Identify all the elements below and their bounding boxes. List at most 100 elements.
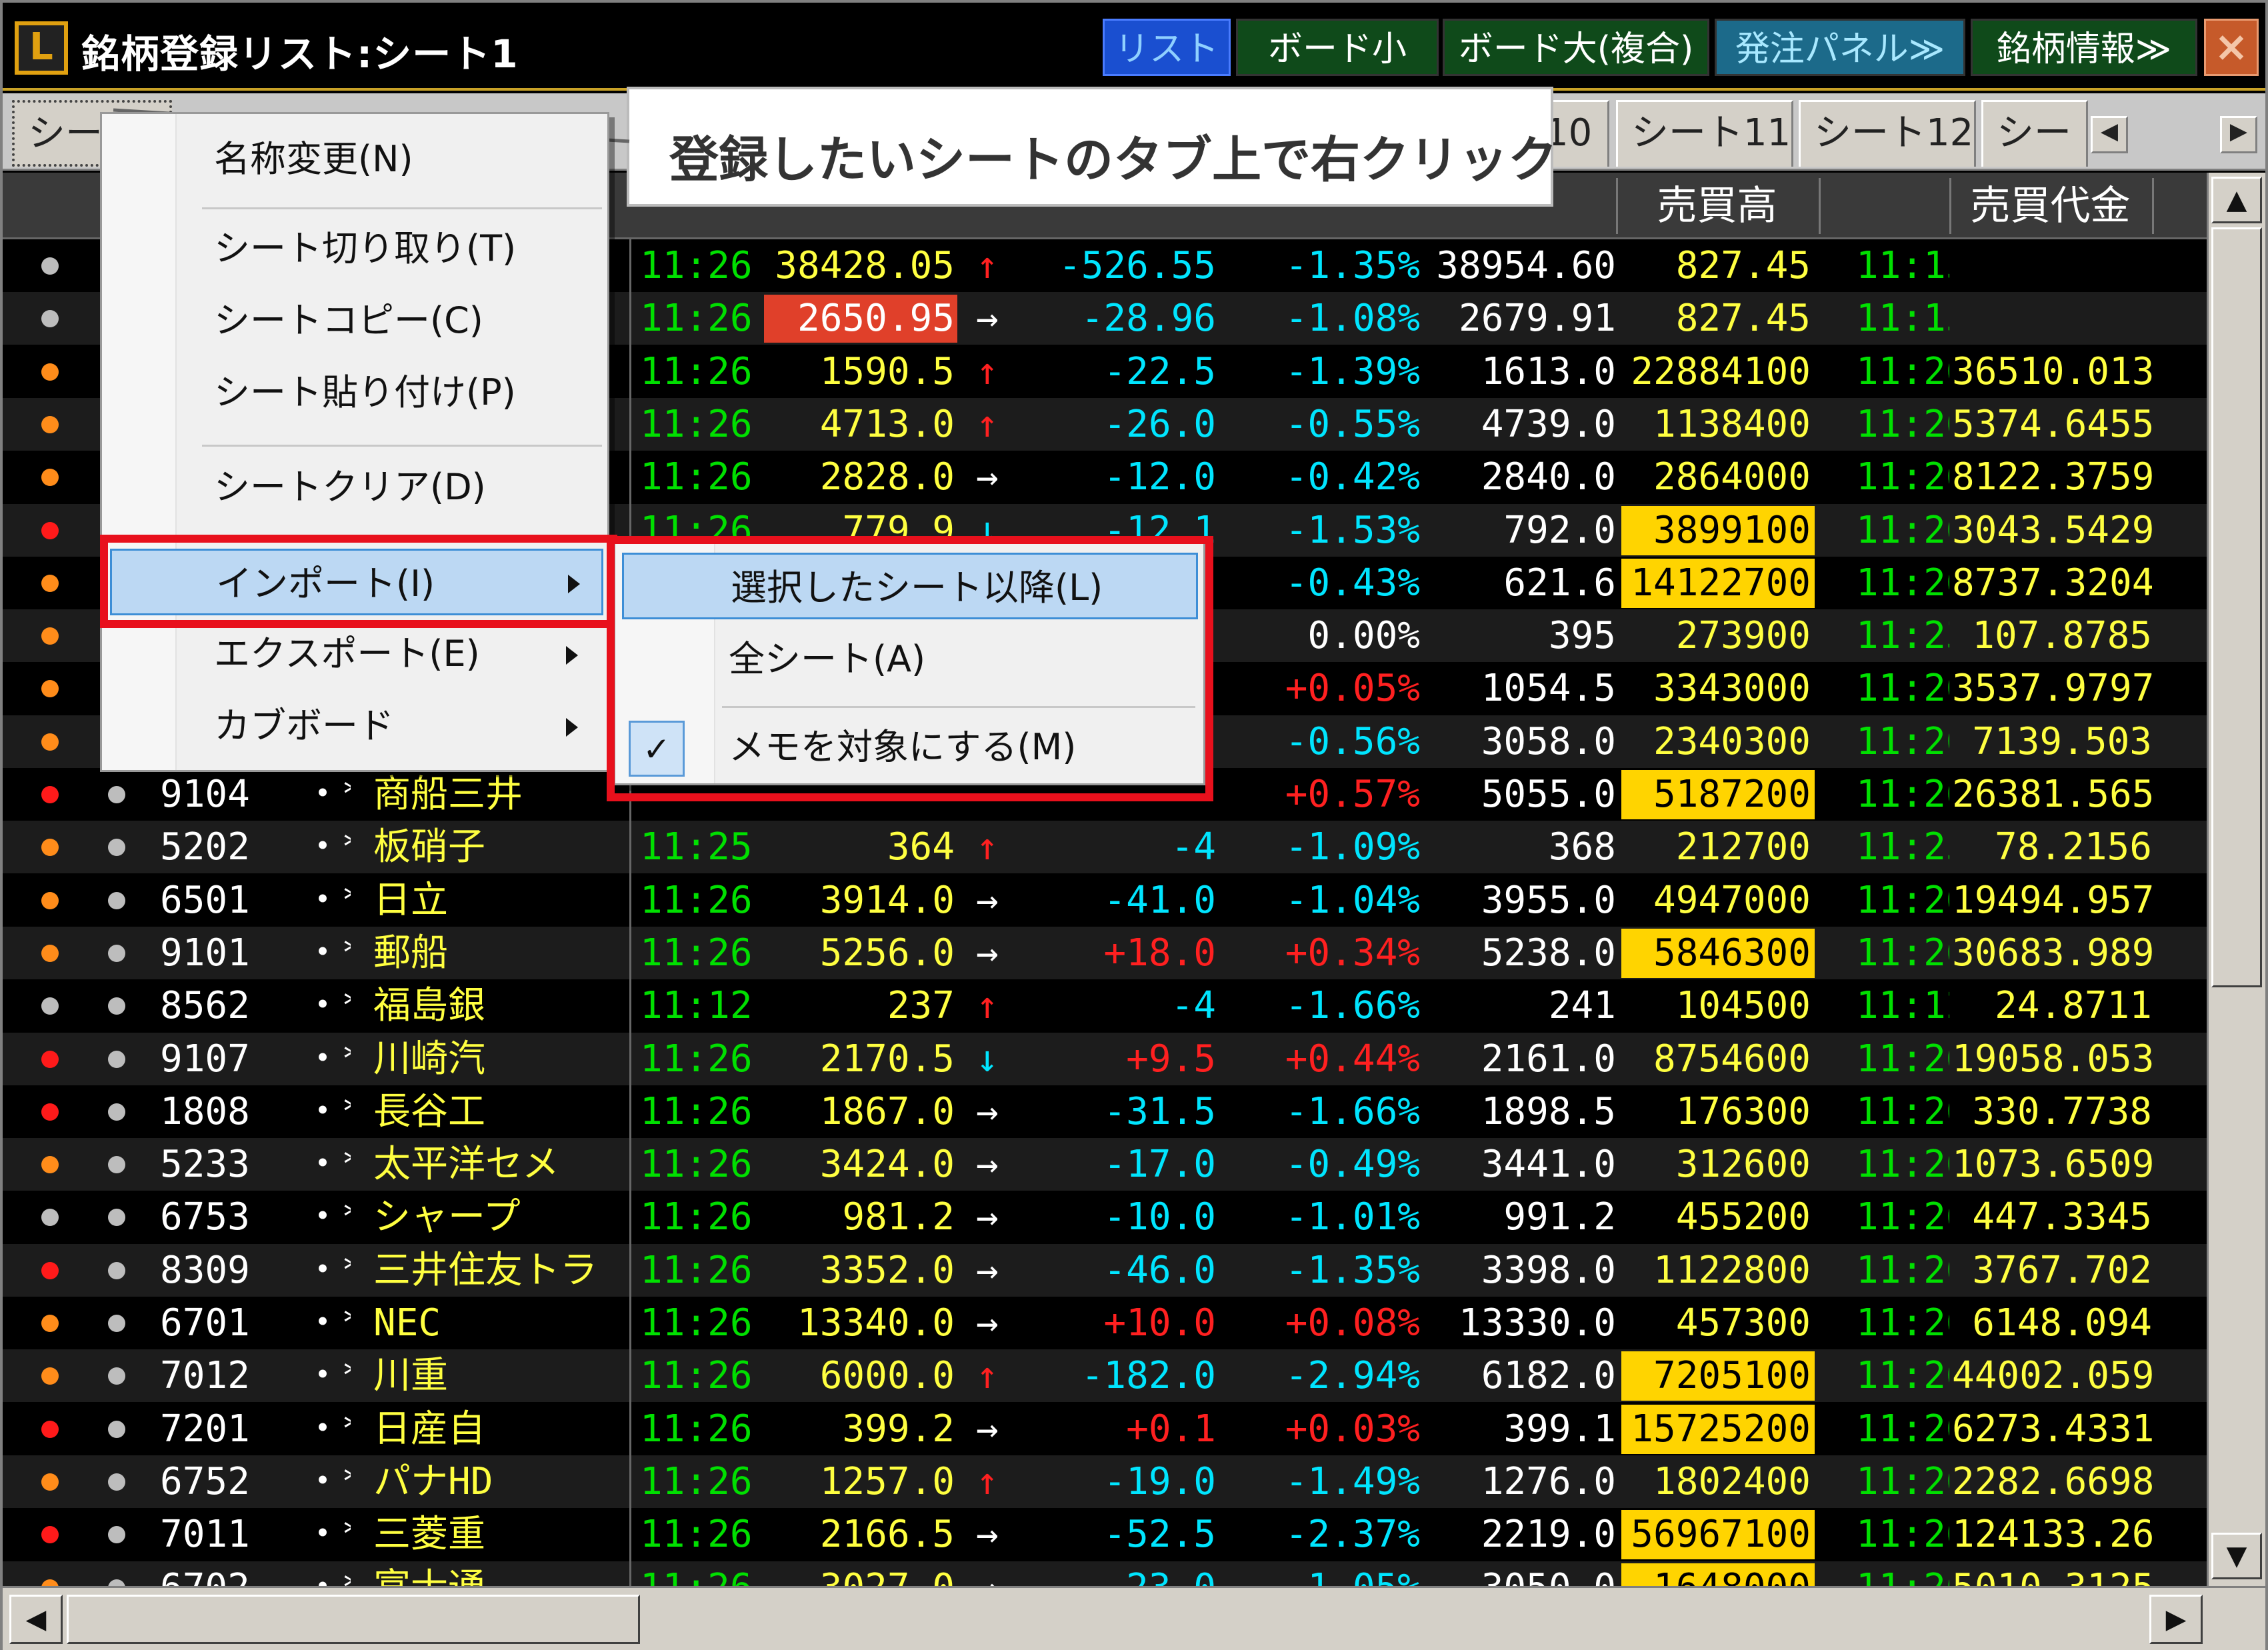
table-row[interactable]: 7011 ・* 三菱重 11:26 2166.5 → -52.5 -2.37% 2219.0 56…: [3, 1508, 2207, 1561]
cell-chg: +0.1: [1126, 1407, 1216, 1451]
cell-vol: 8754600: [1653, 1037, 1811, 1081]
cell-name: 川重: [373, 1354, 448, 1398]
tab-sheet11[interactable]: シート11: [1616, 100, 1793, 167]
horizontal-scrollbar[interactable]: ◀ ▶: [3, 1586, 2265, 1650]
alert-dot-icon: [108, 1156, 125, 1174]
tab-scroll-left-button[interactable]: ◀: [2091, 116, 2128, 153]
cell-pct: -1.35%: [1285, 1248, 1420, 1292]
cell-code: 6753: [160, 1195, 250, 1239]
cell-vtime: 11:26: [1856, 878, 1949, 922]
menu-item-kabuboard[interactable]: カブボード: [102, 693, 609, 759]
table-row[interactable]: 7012 ・* 川重 11:26 6000.0 ↑ -182.0 -2.94% 6182.0 72…: [3, 1349, 2207, 1403]
cell-mark: ・*: [304, 1354, 351, 1398]
tab-sheet13[interactable]: シー: [1981, 100, 2088, 167]
menu-item-rename[interactable]: 名称変更(N): [102, 126, 609, 193]
turnover-column-header[interactable]: 売買代金: [1949, 178, 2149, 234]
cell-prev: 368: [1548, 825, 1616, 869]
large-board-button[interactable]: ボード大(複合): [1443, 19, 1709, 76]
table-row[interactable]: 6752 ・* パナHD 11:26 1257.0 ↑ -19.0 -1.49% 1276.0 1…: [3, 1455, 2207, 1508]
cell-name: 三菱重: [373, 1513, 485, 1557]
cell-vtime: 11:26: [1856, 402, 1949, 446]
table-row[interactable]: 6501 ・* 日立 11:26 3914.0 → -41.0 -1.04% 3955.0 494…: [3, 874, 2207, 927]
table-row[interactable]: 5202 ・* 板硝子 11:25 364 ↑ -4 -1.09% 368 212700 11:25…: [3, 821, 2207, 874]
cell-pct: -1.04%: [1285, 878, 1420, 922]
cell-vtime: 11:26: [1856, 1513, 1949, 1557]
table-row[interactable]: 1808 ・* 長谷工 11:26 1867.0 → -31.5 -1.66% 1898.5 17…: [3, 1085, 2207, 1138]
menu-item-clear-sheet[interactable]: シートクリア(D): [102, 454, 609, 521]
cell-time: 11:26: [640, 1248, 753, 1292]
cell-price: 2828.0: [819, 455, 955, 499]
trend-arrow-icon: →: [976, 1143, 999, 1187]
stock-info-button[interactable]: 銘柄情報≫: [1971, 19, 2197, 76]
table-row[interactable]: 7201 ・* 日産自 11:26 399.2 → +0.1 +0.03% 399.1 15725…: [3, 1403, 2207, 1455]
cell-code: 5202: [160, 825, 250, 869]
extra-column-header[interactable]: [2152, 178, 2205, 234]
cell-pct: +0.05%: [1285, 667, 1420, 711]
volume-time-column-header[interactable]: [1819, 178, 1947, 234]
trend-arrow-icon: →: [976, 1195, 999, 1239]
cell-price: 38428.05: [775, 244, 955, 287]
order-panel-button[interactable]: 発注パネル≫: [1715, 19, 1965, 76]
trend-arrow-icon: →: [976, 1248, 999, 1292]
submenu-highlight-box: [607, 536, 1213, 801]
table-row[interactable]: 8562 ・* 福島銀 11:12 237 ↑ -4 -1.66% 241 104500 11:12…: [3, 979, 2207, 1032]
cell-code: 6752: [160, 1459, 250, 1503]
tab-scroll-right-button[interactable]: ▶: [2220, 116, 2257, 153]
cell-name: 長谷工: [373, 1089, 485, 1133]
cell-vol: 104500: [1675, 984, 1811, 1028]
cell-chg: +9.5: [1126, 1037, 1216, 1081]
menu-item-copy-sheet[interactable]: シートコピー(C): [102, 287, 609, 354]
cell-time: 11:26: [640, 297, 753, 341]
tab-sheet12[interactable]: シート12: [1799, 100, 1976, 167]
cell-name: 日産自: [373, 1407, 485, 1451]
table-row[interactable]: 9107 ・* 川崎汽 11:26 2170.5 ↓ +9.5 +0.44% 2161.0 875…: [3, 1032, 2207, 1085]
cell-pct: -1.05%: [1227, 1561, 1420, 1587]
close-button[interactable]: ×: [2204, 19, 2259, 76]
cell-vtime: 11:26: [1856, 1195, 1949, 1239]
menu-item-export[interactable]: エクスポート(E): [102, 621, 609, 687]
alert-dot-icon: [108, 1050, 125, 1068]
cell-chg: -19.0: [1103, 1459, 1216, 1503]
cell-price: 3352.0: [819, 1248, 955, 1292]
scroll-thumb[interactable]: [2211, 227, 2262, 987]
scroll-right-button[interactable]: ▶: [2149, 1595, 2203, 1644]
small-board-button[interactable]: ボード小: [1236, 19, 1439, 76]
cell-code: 5233: [160, 1143, 250, 1187]
cell-amt: 24.8711: [1994, 984, 2152, 1028]
scroll-left-button[interactable]: ◀: [9, 1595, 63, 1644]
cell-amt: 6273.4331: [1952, 1407, 2152, 1451]
alert-dot-icon: [108, 1103, 125, 1121]
cell-amt: 30683.989: [1952, 931, 2152, 975]
scroll-down-button[interactable]: ▼: [2211, 1533, 2262, 1579]
title-bar: L 銘柄登録リスト:シート1 リスト ボード小 ボード大(複合) 発注パネル≫ …: [3, 3, 2265, 91]
vertical-scrollbar[interactable]: ▲ ▼: [2207, 173, 2265, 1586]
alert-dot-icon: [108, 839, 125, 857]
menu-item-paste-sheet[interactable]: シート貼り付け(P): [102, 359, 609, 426]
cell-mark: ・*: [304, 1195, 351, 1239]
cell-name: 日立: [373, 878, 448, 922]
cell-vtime: 11:23: [1856, 614, 1949, 658]
table-row[interactable]: 6702・*富士通11:263027.0→-23.0-1.05%3050.016…: [3, 1561, 2207, 1587]
volume-column-header[interactable]: 売買高: [1616, 178, 1816, 234]
trend-arrow-icon: ↑: [976, 1459, 999, 1503]
trend-arrow-icon: ↑: [976, 984, 999, 1028]
menu-item-cut-sheet[interactable]: シート切り取り(T): [102, 215, 609, 282]
list-view-button[interactable]: リスト: [1103, 19, 1231, 76]
cell-prev: 1613.0: [1481, 349, 1616, 393]
status-dot-icon: [41, 1103, 59, 1121]
cell-time: 11:26: [640, 1561, 767, 1587]
cell-code: 9104: [160, 773, 250, 816]
status-dot-icon: [41, 997, 59, 1015]
scroll-up-button[interactable]: ▲: [2211, 177, 2262, 223]
table-row[interactable]: 9101 ・* 郵船 11:26 5256.0 → +18.0 +0.34% 5238.0 584…: [3, 926, 2207, 979]
horizontal-scroll-thumb[interactable]: [67, 1595, 640, 1644]
table-row[interactable]: 6701 ・* NEC 11:26 13340.0 → +10.0 +0.08% 13330.0…: [3, 1297, 2207, 1349]
cell-prev: 792.0: [1503, 508, 1616, 552]
cell-pct: 0.00%: [1307, 614, 1420, 658]
table-row[interactable]: 5233 ・* 太平洋セメ 11:26 3424.0 → -17.0 -0.49% 3441.0…: [3, 1138, 2207, 1191]
cell-name: 福島銀: [373, 984, 485, 1028]
cell-vtime: 11:26: [1856, 1354, 1949, 1398]
table-row[interactable]: 8309 ・* 三井住友トラ 11:26 3352.0 → -46.0 -1.35% 3398.…: [3, 1243, 2207, 1297]
table-row[interactable]: 6753 ・* シャープ 11:26 981.2 → -10.0 -1.01% 991.2 455…: [3, 1191, 2207, 1243]
menu-separator: [202, 445, 602, 447]
